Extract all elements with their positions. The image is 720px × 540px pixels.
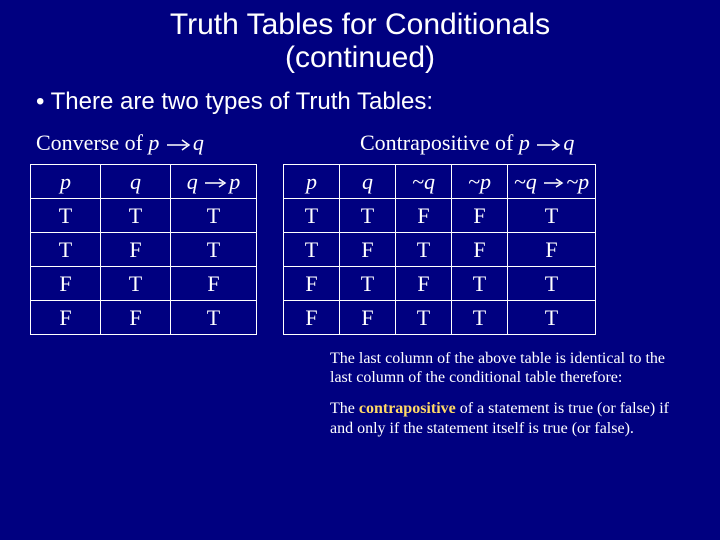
table-row: TFT <box>31 233 257 267</box>
note-1: The last column of the above table is id… <box>330 349 690 387</box>
cell: F <box>31 267 101 301</box>
cell: T <box>452 301 508 335</box>
var-np: ~p <box>566 169 589 194</box>
cell: T <box>284 233 340 267</box>
var-q: q <box>187 169 198 194</box>
cell: T <box>31 233 101 267</box>
note-2: The contrapositive of a statement is tru… <box>330 399 690 437</box>
table-row: TTFFT <box>284 199 596 233</box>
footnotes: The last column of the above table is id… <box>330 349 690 438</box>
table-row: FTF <box>31 267 257 301</box>
cell: T <box>284 199 340 233</box>
cell: T <box>171 233 257 267</box>
arrow-icon <box>535 138 563 152</box>
converse-label-text: Converse of <box>36 130 148 155</box>
arrow-icon <box>203 177 229 189</box>
cell: T <box>101 267 171 301</box>
cell: F <box>284 267 340 301</box>
var-p: p <box>229 169 240 194</box>
contrapositive-label: Contrapositive of p q <box>340 130 574 156</box>
cell: F <box>101 301 171 335</box>
contrapositive-label-text: Contrapositive of <box>360 130 519 155</box>
var-p: p <box>148 130 159 155</box>
col-p: p <box>284 165 340 199</box>
cell: T <box>508 199 596 233</box>
cell: F <box>284 301 340 335</box>
contrapositive-highlight: contrapositive <box>359 400 456 417</box>
cell: T <box>171 301 257 335</box>
cell: F <box>340 233 396 267</box>
col-q: q <box>101 165 171 199</box>
var-nq: ~q <box>514 169 537 194</box>
tables-row: p q q p TTT TFT FTF FFT p q ~q ~p ~q ~p … <box>30 164 690 335</box>
col-nq-implies-np: ~q ~p <box>508 165 596 199</box>
cell: T <box>396 233 452 267</box>
cell: T <box>452 267 508 301</box>
cell: F <box>508 233 596 267</box>
title-line-1: Truth Tables for Conditionals <box>170 8 550 41</box>
cell: F <box>396 199 452 233</box>
table-row: FTFTT <box>284 267 596 301</box>
col-not-q: ~q <box>396 165 452 199</box>
table-row: TTT <box>31 199 257 233</box>
cell: F <box>452 233 508 267</box>
note-2-pre: The <box>330 400 359 417</box>
cell: F <box>31 301 101 335</box>
converse-label: Converse of p q <box>30 130 340 156</box>
cell: T <box>340 267 396 301</box>
converse-table: p q q p TTT TFT FTF FFT <box>30 164 257 335</box>
slide-title: Truth Tables for Conditionals (continued… <box>30 8 690 74</box>
cell: T <box>31 199 101 233</box>
cell: F <box>101 233 171 267</box>
arrow-icon <box>165 138 193 152</box>
var-p: p <box>519 130 530 155</box>
cell: T <box>340 199 396 233</box>
var-q: q <box>563 130 574 155</box>
col-q: q <box>340 165 396 199</box>
cell: F <box>340 301 396 335</box>
cell: T <box>171 199 257 233</box>
col-q-implies-p: q p <box>171 165 257 199</box>
cell: T <box>508 267 596 301</box>
contrapositive-table: p q ~q ~p ~q ~p TTFFT TFTFF FTFTT FFTTT <box>283 164 596 335</box>
col-not-p: ~p <box>452 165 508 199</box>
cell: F <box>396 267 452 301</box>
cell: T <box>396 301 452 335</box>
table-header-row: p q ~q ~p ~q ~p <box>284 165 596 199</box>
table-row: FFT <box>31 301 257 335</box>
cell: F <box>452 199 508 233</box>
bullet-line: • There are two types of Truth Tables: <box>30 88 690 116</box>
table-labels: Converse of p q Contrapositive of p q <box>30 130 690 156</box>
table-header-row: p q q p <box>31 165 257 199</box>
table-row: TFTFF <box>284 233 596 267</box>
cell: T <box>101 199 171 233</box>
var-q: q <box>193 130 204 155</box>
arrow-icon <box>542 177 566 189</box>
col-p: p <box>31 165 101 199</box>
title-line-2: (continued) <box>285 41 435 74</box>
cell: T <box>508 301 596 335</box>
table-row: FFTTT <box>284 301 596 335</box>
cell: F <box>171 267 257 301</box>
